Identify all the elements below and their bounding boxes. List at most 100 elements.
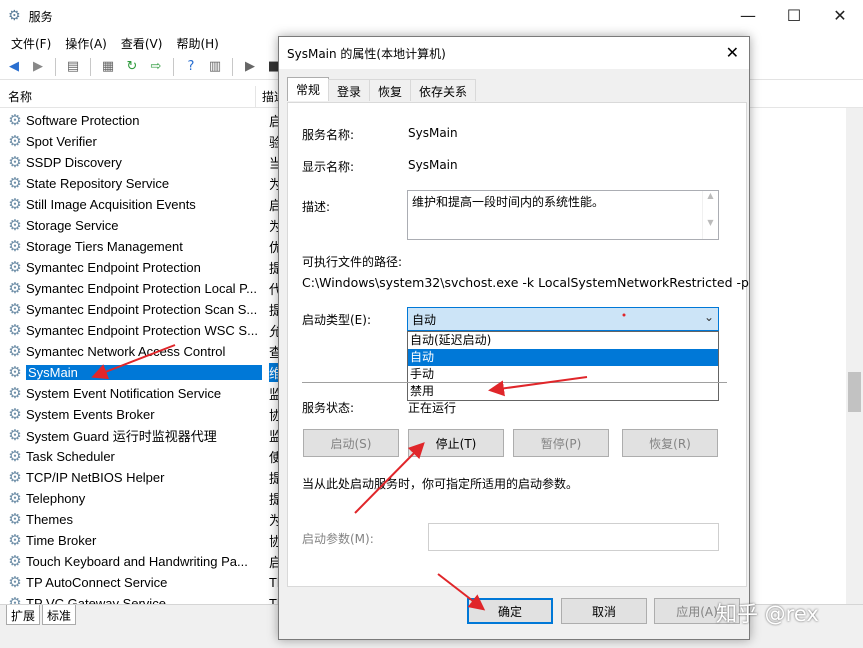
service-name: Symantec Endpoint Protection Scan S... (26, 302, 258, 317)
name-column-header[interactable]: 名称 (0, 85, 256, 108)
startup-type-value: 自动 (412, 313, 437, 327)
service-gear-icon: ⚙ (8, 426, 22, 444)
gear-icon: ⚙ (8, 8, 21, 24)
tab-logon[interactable]: 登录 (328, 79, 371, 101)
service-gear-icon: ⚙ (8, 258, 22, 276)
export-icon[interactable]: ⇨ (146, 57, 166, 77)
service-name: Time Broker (26, 533, 97, 548)
start-params-input[interactable] (428, 523, 719, 551)
service-gear-icon: ⚙ (8, 363, 22, 381)
display-name-value: SysMain (408, 158, 458, 172)
service-name: System Guard 运行时监视器代理 (26, 429, 217, 444)
description-text: 维护和提高一段时间内的系统性能。 (412, 195, 605, 209)
tab-recovery[interactable]: 恢复 (369, 79, 412, 101)
service-gear-icon: ⚙ (8, 573, 22, 591)
tab-standard[interactable]: 标准 (42, 605, 77, 625)
tab-dependencies[interactable]: 依存关系 (410, 79, 477, 101)
service-gear-icon: ⚙ (8, 552, 22, 570)
dialog-title: SysMain 的属性(本地计算机) (287, 46, 446, 61)
minimize-button[interactable]: — (725, 0, 771, 30)
back-icon[interactable]: ◀ (4, 57, 24, 77)
service-name: TCP/IP NetBIOS Helper (26, 470, 165, 485)
maximize-button[interactable]: ☐ (771, 0, 817, 30)
ok-button[interactable]: 确定 (467, 598, 553, 624)
service-gear-icon: ⚙ (8, 111, 22, 129)
tab-general[interactable]: 常规 (287, 77, 330, 101)
service-name: Storage Tiers Management (26, 239, 183, 254)
description-box[interactable]: 维护和提高一段时间内的系统性能。 ▲ ▼ (407, 190, 719, 240)
service-gear-icon: ⚙ (8, 279, 22, 297)
path-value: C:\Windows\system32\svchost.exe -k Local… (302, 275, 749, 290)
service-name: Storage Service (26, 218, 119, 233)
refresh-icon[interactable]: ↻ (122, 57, 142, 77)
cancel-button[interactable]: 取消 (561, 598, 647, 624)
service-gear-icon: ⚙ (8, 174, 22, 192)
service-name-label: 服务名称: (302, 128, 355, 142)
resume-button[interactable]: 恢复(R) (622, 429, 718, 457)
service-gear-icon: ⚙ (8, 153, 22, 171)
service-name: Symantec Endpoint Protection (26, 260, 201, 275)
service-name: TP AutoConnect Service (26, 575, 168, 590)
scrollbar[interactable] (846, 108, 863, 604)
service-gear-icon: ⚙ (8, 531, 22, 549)
service-name: State Repository Service (26, 176, 170, 191)
service-gear-icon: ⚙ (8, 384, 22, 402)
description-label: 描述: (302, 200, 331, 214)
option-auto[interactable]: 自动 (408, 349, 718, 366)
menu-view[interactable]: 查看(V) (114, 35, 170, 52)
path-label: 可执行文件的路径: (302, 255, 403, 269)
service-name: SysMain (26, 365, 262, 380)
forward-icon[interactable]: ▶ (28, 57, 48, 77)
general-panel: 服务名称: SysMain 显示名称: SysMain 描述: 维护和提高一段时… (287, 102, 749, 587)
startup-type-select[interactable]: 自动 ⌄ (407, 307, 719, 331)
option-disabled[interactable]: 禁用 (408, 383, 718, 400)
watermark: 知乎 @rex (716, 602, 819, 626)
service-gear-icon: ⚙ (8, 300, 22, 318)
view-icon[interactable]: ▥ (205, 57, 225, 77)
help-icon[interactable]: ? (181, 57, 201, 77)
scrollbar-thumb[interactable] (848, 372, 861, 412)
service-name: Symantec Endpoint Protection Local P... (26, 281, 258, 296)
option-auto-delayed[interactable]: 自动(延迟启动) (408, 332, 718, 349)
option-manual[interactable]: 手动 (408, 366, 718, 383)
close-button[interactable]: ✕ (817, 0, 863, 30)
service-name: Symantec Network Access Control (26, 344, 226, 359)
startup-type-label: 启动类型(E): (302, 313, 371, 327)
start-button[interactable]: 启动(S) (303, 429, 399, 457)
service-gear-icon: ⚙ (8, 510, 22, 528)
service-name-value: SysMain (408, 126, 458, 140)
service-gear-icon: ⚙ (8, 195, 22, 213)
service-gear-icon: ⚙ (8, 468, 22, 486)
startup-type-dropdown: 自动(延迟启动) 自动 手动 禁用 (407, 331, 719, 401)
console-tree-icon[interactable]: ▤ (63, 57, 83, 77)
service-name: Themes (26, 512, 73, 527)
service-name: Telephony (26, 491, 86, 506)
menu-action[interactable]: 操作(A) (58, 35, 114, 52)
service-name: Touch Keyboard and Handwriting Pa... (26, 554, 248, 569)
service-name: Software Protection (26, 113, 140, 128)
divider (302, 382, 727, 383)
properties-icon[interactable]: ▦ (98, 57, 118, 77)
menu-file[interactable]: 文件(F) (4, 35, 58, 52)
dialog-tabs: 常规 登录 恢复 依存关系 (287, 77, 477, 101)
play-icon[interactable]: ▶ (240, 57, 260, 77)
service-gear-icon: ⚙ (8, 216, 22, 234)
tab-extended[interactable]: 扩展 (6, 605, 41, 625)
stop-button[interactable]: 停止(T) (408, 429, 504, 457)
dialog-title-bar: SysMain 的属性(本地计算机) ✕ (279, 37, 749, 69)
dialog-close-button[interactable]: ✕ (726, 43, 739, 62)
service-name: Spot Verifier (26, 134, 97, 149)
status-label: 服务状态: (302, 401, 355, 415)
title-bar: ⚙ 服务 — ☐ ✕ (0, 0, 863, 32)
service-gear-icon: ⚙ (8, 132, 22, 150)
service-gear-icon: ⚙ (8, 489, 22, 507)
description-scrollbar[interactable]: ▲ ▼ (702, 191, 718, 239)
chevron-down-icon: ⌄ (703, 310, 714, 324)
pause-button[interactable]: 暂停(P) (513, 429, 609, 457)
service-name: SSDP Discovery (26, 155, 122, 170)
service-gear-icon: ⚙ (8, 237, 22, 255)
menu-help[interactable]: 帮助(H) (169, 35, 225, 52)
service-gear-icon: ⚙ (8, 405, 22, 423)
status-value: 正在运行 (408, 401, 457, 415)
properties-dialog: SysMain 的属性(本地计算机) ✕ 常规 登录 恢复 依存关系 服务名称:… (278, 36, 750, 640)
